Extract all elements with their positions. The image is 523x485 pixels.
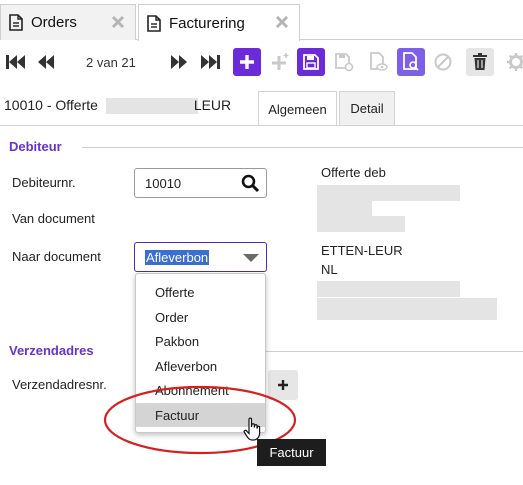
skip-first-icon: [6, 55, 25, 69]
document-title-suffix: LEUR: [193, 97, 232, 113]
save-button[interactable]: [297, 48, 325, 76]
section-title-verzendadres: Verzendadres: [9, 343, 94, 358]
redacted-text: [317, 200, 372, 216]
dropdown-option-afleverbon[interactable]: Afleverbon: [136, 354, 265, 378]
tooltip: Factuur: [257, 439, 326, 466]
redacted-text: [105, 98, 198, 115]
debiteurnr-value: 10010: [145, 175, 182, 191]
search-document-button[interactable]: [397, 48, 425, 76]
van-document-label: Van document: [12, 211, 95, 226]
floppy-icon: [303, 54, 319, 70]
trash-icon: [473, 53, 487, 70]
plus-icon: [240, 55, 254, 69]
document-search-icon: [403, 52, 419, 71]
section-divider: [82, 147, 523, 148]
add-child-button[interactable]: [266, 48, 294, 76]
redacted-text: [317, 185, 460, 201]
section-divider: [266, 351, 523, 352]
previous-record-button[interactable]: [32, 48, 60, 76]
save-close-button[interactable]: [330, 48, 358, 76]
document-title: 10010 - Offerte LEUR: [4, 97, 232, 115]
tab-algemeen[interactable]: Algemeen: [258, 91, 337, 126]
skip-last-icon: [201, 55, 220, 69]
tab-facturering[interactable]: Facturering: [138, 4, 300, 41]
address-city: ETTEN-LEUR: [321, 243, 403, 258]
address-country: NL: [321, 262, 338, 277]
floppy-gear-icon: [335, 53, 354, 72]
address-title: Offerte deb: [321, 165, 386, 180]
record-pager: 2 van 21: [86, 55, 136, 70]
fast-forward-icon: [171, 55, 187, 69]
tab-orders[interactable]: Orders: [0, 4, 136, 40]
tab-bar: Orders Facturering: [0, 0, 523, 41]
block-icon: [434, 53, 452, 71]
dropdown-option-offerte[interactable]: Offerte: [136, 280, 265, 304]
delete-button[interactable]: [466, 48, 494, 76]
rewind-icon: [38, 55, 54, 69]
add-button[interactable]: [233, 48, 261, 76]
document-eye-icon: [370, 52, 388, 71]
redacted-text: [317, 298, 497, 320]
naar-document-select[interactable]: Afleverbon: [134, 242, 267, 272]
caret-down-icon: [243, 254, 259, 262]
redacted-text: [317, 216, 405, 232]
close-icon[interactable]: [111, 15, 125, 29]
document-title-prefix: 10010 - Offerte: [4, 97, 98, 113]
hand-cursor-icon: [243, 417, 261, 441]
debiteurnr-label: Debiteurnr.: [12, 175, 76, 190]
tab-detail[interactable]: Detail: [339, 91, 395, 125]
next-record-button[interactable]: [165, 48, 193, 76]
naar-document-value: Afleverbon: [145, 249, 210, 265]
search-icon[interactable]: [241, 174, 260, 193]
settings-button[interactable]: [502, 48, 523, 76]
verzendadresnr-label: Verzendadresnr.: [12, 377, 107, 392]
redacted-text: [317, 281, 460, 297]
section-title-debiteur: Debiteur: [9, 139, 62, 154]
first-record-button[interactable]: [2, 48, 30, 76]
gear-icon: [507, 53, 523, 71]
preview-button[interactable]: [364, 48, 392, 76]
document-icon: [9, 14, 23, 31]
last-record-button[interactable]: [196, 48, 224, 76]
toolbar: 2 van 21: [0, 41, 523, 85]
naar-document-label: Naar document: [12, 249, 101, 264]
debiteurnr-input[interactable]: 10010: [134, 168, 267, 198]
dropdown-option-pakbon[interactable]: Pakbon: [136, 329, 265, 353]
tab-label: Orders: [31, 14, 77, 31]
close-icon[interactable]: [275, 15, 289, 29]
plus-sparkle-icon: [272, 53, 289, 70]
dropdown-option-order[interactable]: Order: [136, 305, 265, 329]
divider: [0, 125, 523, 126]
tab-label: Facturering: [169, 14, 245, 32]
document-icon: [147, 14, 161, 32]
cancel-button[interactable]: [429, 48, 457, 76]
